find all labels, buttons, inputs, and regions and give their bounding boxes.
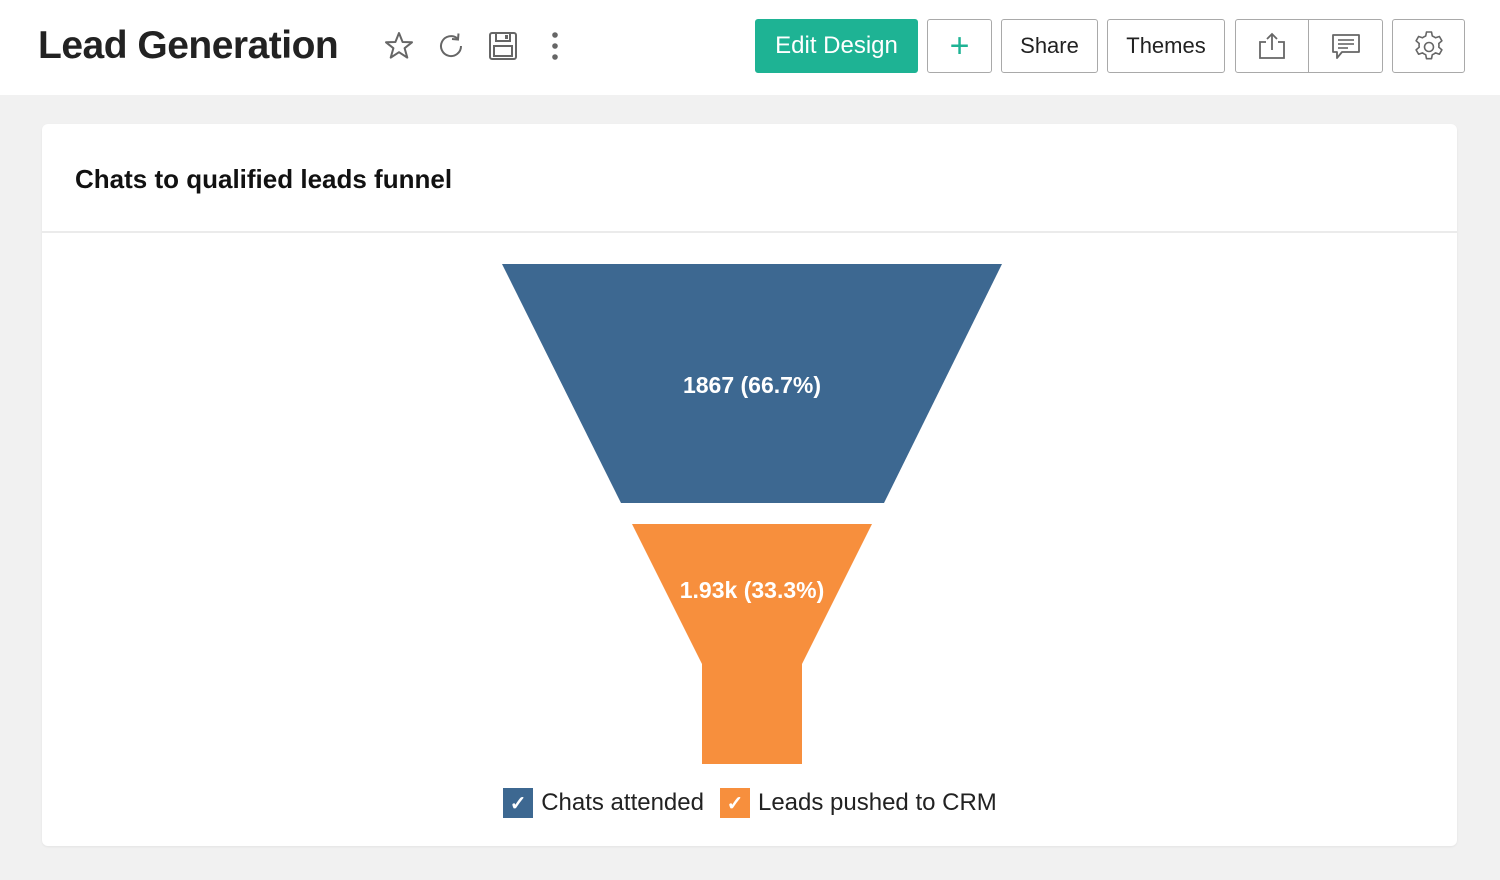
- checkbox-checked-icon: ✓: [503, 788, 534, 818]
- legend-label: Chats attended: [541, 789, 704, 816]
- funnel-data-label: 1.93k (33.3%): [680, 577, 824, 603]
- chart-legend: ✓ Chats attended ✓ Leads pushed to CRM: [0, 788, 1500, 818]
- funnel-data-label: 1867 (66.7%): [683, 372, 821, 398]
- checkbox-checked-icon: ✓: [719, 788, 750, 818]
- legend-label: Leads pushed to CRM: [757, 789, 997, 816]
- funnel-segment-2[interactable]: [632, 524, 872, 764]
- funnel-chart: 1867 (66.7%) 1.93k (33.3%): [502, 264, 1002, 764]
- legend-item-leads-pushed[interactable]: ✓ Leads pushed to CRM: [719, 788, 997, 818]
- legend-item-chats-attended[interactable]: ✓ Chats attended: [503, 788, 704, 818]
